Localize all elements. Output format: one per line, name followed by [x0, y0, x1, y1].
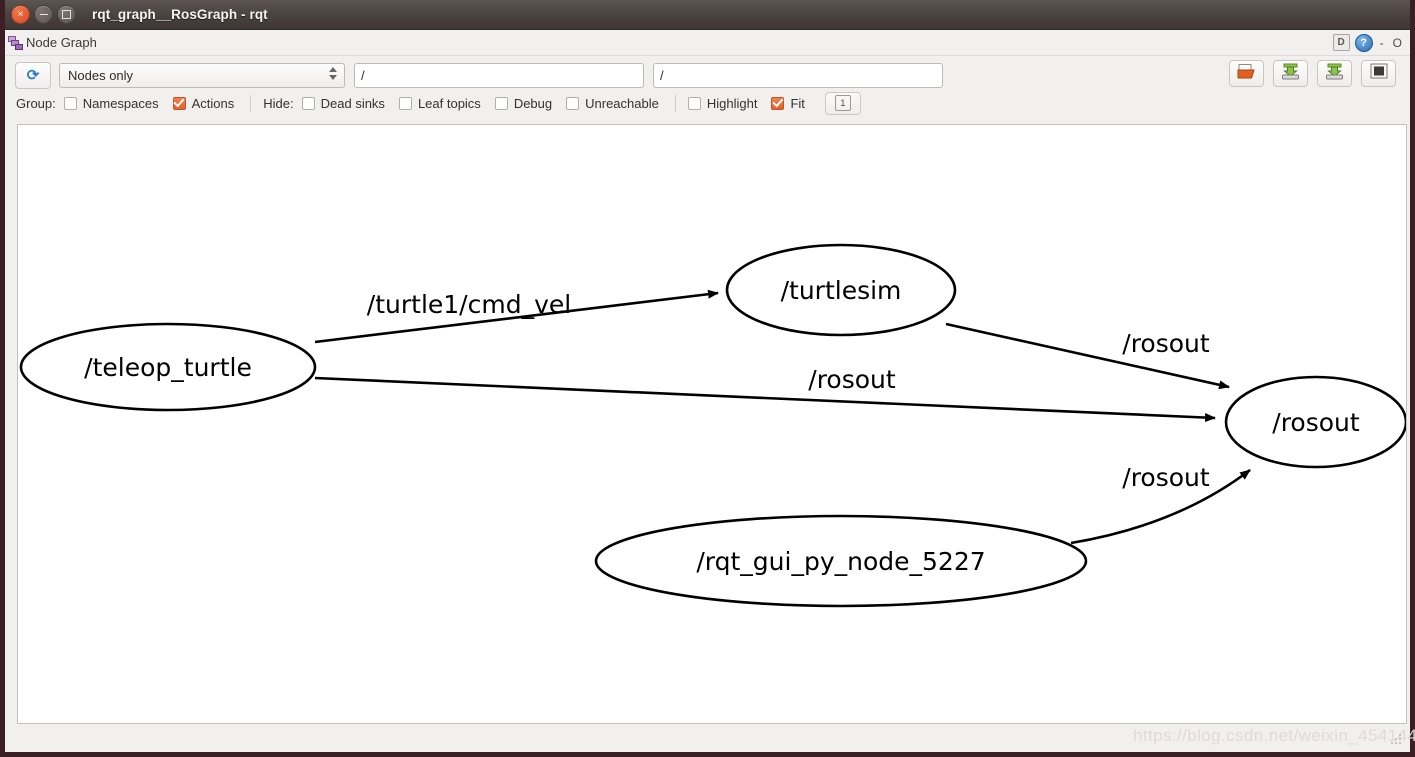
checkbox-actions[interactable]: Actions — [172, 95, 235, 111]
checkbox-unreachable-box[interactable] — [566, 96, 580, 110]
checkbox-fit-box[interactable] — [771, 96, 785, 110]
graph-edges — [314, 289, 1251, 545]
node-turtlesim-label: /turtlesim — [781, 276, 902, 305]
node-rqt-gui-py-label: /rqt_gui_py_node_5227 — [696, 547, 985, 576]
checkbox-debug-box[interactable] — [494, 96, 508, 110]
node-teleop-turtle[interactable]: /teleop_turtle — [19, 322, 317, 412]
dock-float-button[interactable]: O — [1391, 36, 1404, 50]
window-controls: × — [5, 5, 76, 24]
checkbox-dead-sinks-box[interactable] — [301, 96, 315, 110]
refresh-button[interactable]: ⟳ — [15, 61, 51, 89]
open-file-button[interactable] — [1229, 60, 1264, 87]
divider — [674, 94, 676, 112]
zoom-reset-label: 1 — [834, 95, 851, 111]
checkbox-fit-label: Fit — [790, 95, 805, 111]
checkbox-debug[interactable]: Debug — [494, 95, 553, 111]
node-graph-icon — [8, 35, 23, 50]
graph-nodes: /teleop_turtle /turtlesim /rosout /rqt_g… — [19, 243, 1406, 608]
window-titlebar: × rqt_graph__RosGraph - rqt — [5, 0, 1410, 30]
checkbox-highlight[interactable]: Highlight — [687, 95, 758, 111]
edge-label-rosout-from-teleop: /rosout — [808, 365, 896, 394]
watermark: https://blog.csdn.net/weixin_45414444 — [1133, 726, 1415, 745]
checkbox-unreachable-label: Unreachable — [585, 95, 659, 111]
checkbox-highlight-box[interactable] — [687, 96, 701, 110]
minimize-window-button[interactable] — [34, 5, 53, 24]
resize-grip[interactable] — [1389, 734, 1402, 747]
checkbox-leaf-topics-box[interactable] — [398, 96, 412, 110]
dock-minimize-button[interactable]: - — [1378, 36, 1386, 50]
checkbox-dead-sinks[interactable]: Dead sinks — [301, 95, 385, 111]
namespace-filter-input[interactable]: / — [653, 62, 943, 88]
screenshot-button[interactable] — [1361, 60, 1396, 87]
maximize-window-button[interactable] — [57, 5, 76, 24]
node-rqt-gui-py[interactable]: /rqt_gui_py_node_5227 — [594, 514, 1088, 608]
save-to-disk-icon — [1325, 63, 1344, 85]
save-image-button[interactable] — [1317, 60, 1352, 87]
node-rosout-label: /rosout — [1272, 408, 1360, 437]
refresh-icon: ⟳ — [26, 66, 40, 84]
node-graph-canvas[interactable]: /turtle1/cmd_vel /rosout /rosout /rosout… — [17, 124, 1407, 724]
graph-svg: /turtle1/cmd_vel /rosout /rosout /rosout… — [19, 243, 1406, 608]
edge-label-rosout-from-rqtgui: /rosout — [1122, 463, 1210, 492]
rqt-main-window: × rqt_graph__RosGraph - rqt Node Graph D — [0, 0, 1415, 757]
tab-node-graph[interactable]: Node Graph — [5, 35, 97, 50]
chevron-updown-icon — [329, 66, 337, 80]
checkbox-dead-sinks-label: Dead sinks — [320, 95, 385, 111]
topic-filter-input[interactable]: / — [354, 62, 644, 88]
checkbox-debug-label: Debug — [513, 95, 553, 111]
checkbox-actions-box[interactable] — [172, 96, 186, 110]
graph-toolbar: ⟳ Nodes only / / — [5, 56, 1410, 91]
graph-filter-row: Group: Namespaces Actions Hide: Dead sin… — [5, 91, 1410, 115]
divider — [250, 94, 252, 112]
save-to-disk-icon — [1281, 63, 1300, 85]
tab-node-graph-label: Node Graph — [26, 35, 97, 50]
save-dot-button[interactable] — [1273, 60, 1308, 87]
dock-controls: D ? - O — [1332, 30, 1404, 55]
graph-type-select[interactable]: Nodes only — [59, 62, 345, 88]
checkbox-leaf-topics-label: Leaf topics — [417, 95, 481, 111]
checkbox-fit[interactable]: Fit — [771, 95, 805, 111]
group-label: Group: — [16, 95, 56, 111]
node-turtlesim[interactable]: /turtlesim — [725, 243, 957, 337]
namespace-filter-value: / — [660, 67, 664, 83]
image-frame-icon — [1370, 63, 1388, 84]
node-rosout[interactable]: /rosout — [1224, 375, 1406, 469]
close-window-button[interactable]: × — [11, 5, 30, 24]
topic-filter-value: / — [361, 67, 365, 83]
checkbox-unreachable[interactable]: Unreachable — [566, 96, 659, 111]
edge-label-rosout-from-turtlesim: /rosout — [1122, 329, 1210, 358]
checkbox-namespaces-box[interactable] — [63, 96, 77, 110]
edge-teleop-to-rosout[interactable] — [314, 376, 1216, 423]
dock-widget-titlebar: Node Graph D ? - O — [5, 30, 1410, 56]
graph-type-value: Nodes only — [68, 67, 134, 83]
checkbox-namespaces-label: Namespaces — [82, 95, 159, 111]
toolbar-right-buttons — [1229, 60, 1396, 87]
edge-label-turtle1-cmd-vel: /turtle1/cmd_vel — [367, 290, 571, 319]
help-icon[interactable]: ? — [1354, 33, 1373, 52]
checkbox-leaf-topics[interactable]: Leaf topics — [398, 95, 481, 111]
node-teleop-turtle-label: /teleop_turtle — [84, 353, 252, 382]
zoom-reset-button[interactable]: 1 — [824, 91, 861, 115]
hide-label: Hide: — [263, 95, 294, 111]
window-title: rqt_graph__RosGraph - rqt — [92, 7, 268, 22]
checkbox-highlight-label: Highlight — [706, 95, 758, 111]
dock-d-button[interactable]: D — [1332, 34, 1350, 51]
checkbox-actions-label: Actions — [191, 95, 235, 111]
folder-open-icon — [1237, 63, 1256, 85]
checkbox-namespaces[interactable]: Namespaces — [63, 95, 159, 111]
